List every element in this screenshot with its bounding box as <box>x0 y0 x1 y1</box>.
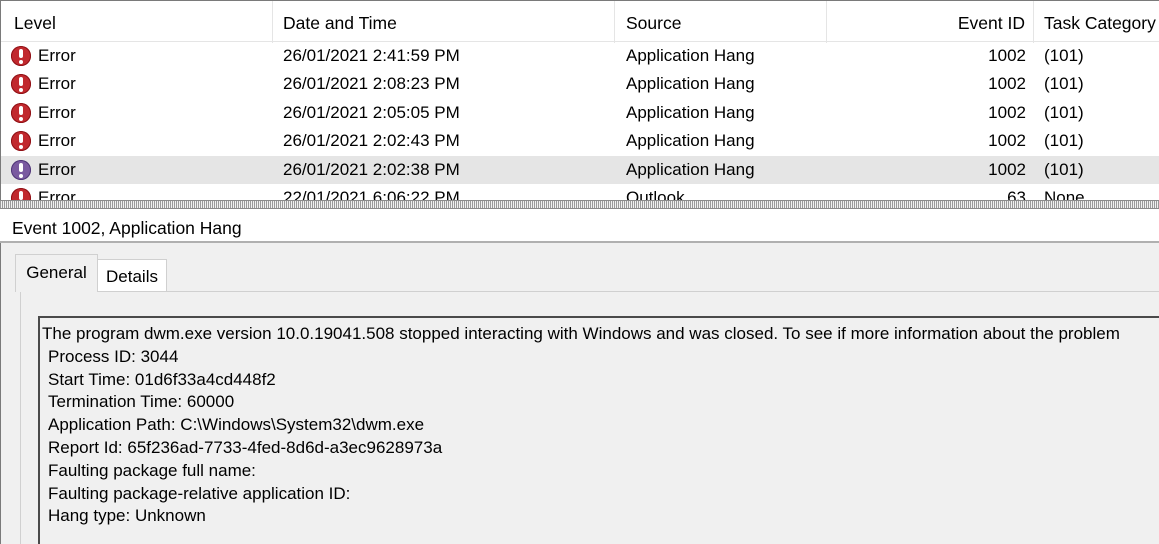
table-row[interactable]: Error 26/01/2021 2:08:23 PM Application Ha… <box>1 70 1159 98</box>
column-header-event-id[interactable]: Event ID <box>827 1 1034 43</box>
cell-event-id: 1002 <box>988 74 1026 94</box>
table-row[interactable]: Error 26/01/2021 2:02:43 PM Application Ha… <box>1 127 1159 155</box>
cell-event-id: 63 <box>1007 188 1026 200</box>
cell-date-time: 22/01/2021 6:06:22 PM <box>283 188 460 200</box>
table-row[interactable]: Error 22/01/2021 6:06:22 PM Outlook 63 None <box>1 184 1159 200</box>
pane-left-border <box>0 243 1 544</box>
tab-general[interactable]: General <box>15 254 98 292</box>
error-icon <box>11 159 31 180</box>
cell-level: Error <box>38 188 76 200</box>
column-header-date-time[interactable]: Date and Time <box>273 1 615 43</box>
cell-event-id: 1002 <box>988 159 1026 179</box>
cell-task-category: (101) <box>1044 74 1084 94</box>
column-header-task-category[interactable]: Task Category <box>1034 1 1159 43</box>
cell-level: Error <box>38 159 76 179</box>
cell-date-time: 26/01/2021 2:02:38 PM <box>283 159 460 179</box>
event-list[interactable]: Level Date and Time Source Event ID Task… <box>0 0 1159 200</box>
table-row[interactable]: Error 26/01/2021 2:05:05 PM Application Ha… <box>1 99 1159 127</box>
description-line: The program dwm.exe version 10.0.19041.5… <box>42 324 1120 343</box>
cell-source: Application Hang <box>626 46 755 65</box>
tab-strip-line <box>20 291 1159 292</box>
cell-task-category: (101) <box>1044 102 1084 122</box>
description-line: Faulting package full name: <box>48 461 256 480</box>
event-details-title: Event 1002, Application Hang <box>0 209 1159 243</box>
description-line: Application Path: C:\Windows\System32\dw… <box>48 415 425 434</box>
error-icon <box>11 131 31 152</box>
column-header-level[interactable]: Level <box>1 1 273 43</box>
column-header-source[interactable]: Source <box>615 1 827 43</box>
cell-level: Error <box>38 102 76 122</box>
table-row[interactable]: Error 26/01/2021 2:02:38 PM Application Ha… <box>1 155 1159 184</box>
cell-task-category: (101) <box>1044 159 1084 179</box>
description-line: Process ID: 3044 <box>48 347 179 366</box>
cell-level: Error <box>38 46 76 65</box>
description-line: Termination Time: 60000 <box>48 392 235 411</box>
pane-splitter[interactable] <box>0 200 1159 209</box>
cell-source: Application Hang <box>626 102 755 122</box>
description-line: Faulting package-relative application ID… <box>48 484 351 503</box>
cell-source: Application Hang <box>626 131 755 151</box>
error-icon <box>11 188 31 200</box>
cell-level: Error <box>38 74 76 94</box>
error-icon <box>11 102 31 123</box>
description-line: Hang type: Unknown <box>48 506 206 525</box>
cell-date-time: 26/01/2021 2:41:59 PM <box>283 46 460 65</box>
error-icon <box>11 74 31 95</box>
cell-task-category: None <box>1044 188 1085 200</box>
cell-date-time: 26/01/2021 2:02:43 PM <box>283 131 460 151</box>
error-icon <box>11 46 31 66</box>
cell-task-category: (101) <box>1044 46 1084 65</box>
cell-event-id: 1002 <box>988 46 1026 65</box>
tab-details[interactable]: Details <box>97 259 167 291</box>
cell-date-time: 26/01/2021 2:05:05 PM <box>283 102 460 122</box>
event-description[interactable]: The program dwm.exe version 10.0.19041.5… <box>38 316 1159 544</box>
table-row[interactable]: Error 26/01/2021 2:41:59 PM Application Ha… <box>1 42 1159 70</box>
description-line: Report Id: 65f236ad-7733-4fed-8d6d-a3ec9… <box>48 438 443 457</box>
cell-source: Application Hang <box>626 74 755 94</box>
cell-task-category: (101) <box>1044 131 1084 151</box>
cell-level: Error <box>38 131 76 151</box>
cell-source: Outlook <box>626 188 685 200</box>
cell-event-id: 1002 <box>988 102 1026 122</box>
cell-date-time: 26/01/2021 2:08:23 PM <box>283 74 460 94</box>
description-line: Start Time: 01d6f33a4cd448f2 <box>48 370 276 389</box>
event-list-header: Level Date and Time Source Event ID Task… <box>1 0 1159 43</box>
cell-source: Application Hang <box>626 159 755 179</box>
cell-event-id: 1002 <box>988 131 1026 151</box>
